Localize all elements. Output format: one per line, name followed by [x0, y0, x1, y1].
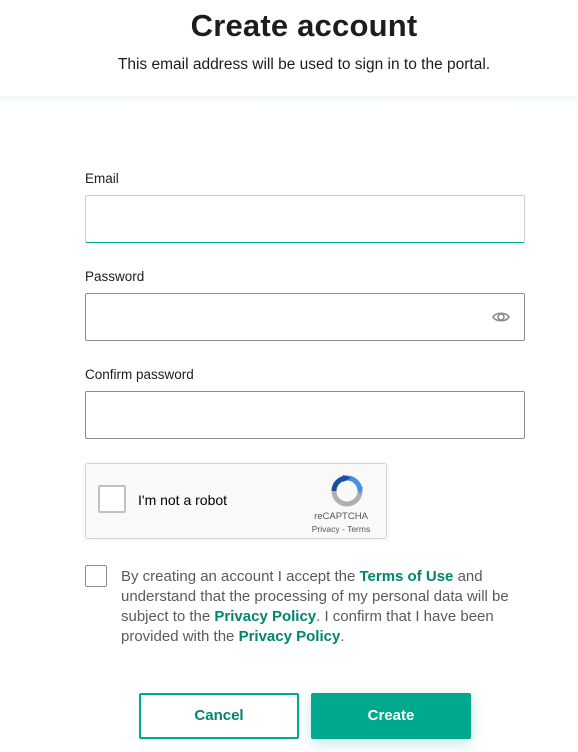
- recaptcha-logo-icon: [330, 474, 364, 508]
- email-field[interactable]: [86, 196, 524, 242]
- page-header: Create account This email address will b…: [0, 0, 578, 100]
- terms-of-use-link[interactable]: Terms of Use: [359, 568, 453, 585]
- recaptcha-label: I'm not a robot: [138, 492, 228, 508]
- create-button[interactable]: Create: [311, 693, 471, 739]
- eye-icon[interactable]: [492, 309, 510, 325]
- privacy-policy-link-1[interactable]: Privacy Policy: [214, 608, 316, 625]
- terms-text-part-1: By creating an account I accept the: [121, 568, 360, 585]
- terms-text-part-4: .: [340, 628, 345, 645]
- recaptcha-privacy-link[interactable]: Privacy: [312, 524, 340, 534]
- terms-text: By creating an account I accept the Term…: [121, 567, 521, 647]
- page-subtitle: This email address will be used to sign …: [117, 56, 491, 73]
- recaptcha-links: Privacy - Terms: [306, 524, 376, 534]
- terms-checkbox[interactable]: [85, 565, 107, 587]
- recaptcha-terms-link[interactable]: Terms: [347, 524, 370, 534]
- confirm-password-label: Confirm password: [85, 367, 194, 382]
- password-field-container: [85, 293, 525, 341]
- cancel-button[interactable]: Cancel: [139, 693, 299, 739]
- password-field[interactable]: [86, 294, 524, 340]
- email-field-container: [85, 195, 525, 243]
- recaptcha-separator: -: [342, 524, 345, 534]
- confirm-password-field[interactable]: [86, 392, 524, 438]
- recaptcha-brand: reCAPTCHA: [314, 511, 368, 522]
- confirm-password-field-container: [85, 391, 525, 439]
- page-title: Create account: [190, 8, 418, 43]
- email-label: Email: [85, 171, 119, 186]
- privacy-policy-link-2[interactable]: Privacy Policy: [239, 628, 341, 645]
- password-label: Password: [85, 269, 145, 284]
- create-account-page: Create account This email address will b…: [0, 0, 578, 752]
- recaptcha-widget: I'm not a robot reCAPTCHA Privacy - Term…: [85, 463, 387, 539]
- header-divider: [0, 96, 578, 106]
- recaptcha-checkbox[interactable]: [98, 485, 126, 513]
